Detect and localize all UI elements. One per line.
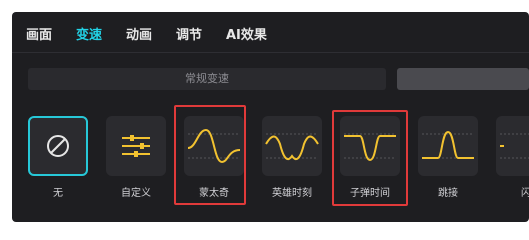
preset-custom[interactable]: 自定义	[104, 112, 170, 204]
preset-label: 自定义	[121, 188, 151, 199]
none-icon	[47, 135, 69, 157]
curve-speed-button[interactable]	[397, 68, 529, 90]
preset-flash-tile[interactable]	[496, 116, 529, 176]
preset-label: 无	[53, 188, 63, 199]
preset-hero-moment[interactable]: 英雄时刻	[260, 112, 326, 204]
jump-cut-curve-icon	[422, 130, 474, 159]
top-tabs: 画面 变速 动画 调节 AI效果	[12, 12, 529, 52]
preset-none-tile[interactable]	[28, 116, 88, 176]
preset-none[interactable]: 无	[26, 112, 92, 204]
highlight-montage	[174, 105, 246, 205]
preset-hero-moment-tile[interactable]	[262, 116, 322, 176]
custom-sliders-icon	[122, 135, 150, 157]
tab-adjust[interactable]: 调节	[176, 24, 202, 43]
highlight-bullet-time	[332, 110, 408, 206]
preset-custom-tile[interactable]	[106, 116, 166, 176]
preset-label: 闪	[521, 188, 529, 199]
preset-label: 跳接	[438, 188, 458, 199]
tab-speed[interactable]: 变速	[76, 24, 102, 43]
flash-curve-icon	[500, 133, 529, 159]
normal-speed-button[interactable]: 常规变速	[28, 68, 386, 90]
preset-jump-cut-tile[interactable]	[418, 116, 478, 176]
tab-divider	[12, 52, 529, 53]
preset-label: 英雄时刻	[272, 188, 312, 199]
speed-mode-toggle: 常规变速	[28, 68, 529, 90]
speed-presets-row: 无 自定义 蒙太奇 英雄时刻 子弹时间 跳接 闪	[12, 112, 529, 222]
tab-ai-effects[interactable]: AI效果	[226, 24, 267, 43]
tab-picture[interactable]: 画面	[26, 24, 52, 43]
hero-moment-curve-icon	[265, 133, 319, 161]
preset-flash[interactable]: 闪	[494, 112, 529, 204]
tab-animation[interactable]: 动画	[126, 24, 152, 43]
speed-panel: 画面 变速 动画 调节 AI效果 常规变速 无 自定义 蒙太奇 英雄时刻 子弹时…	[12, 12, 529, 222]
preset-jump-cut[interactable]: 跳接	[416, 112, 482, 204]
